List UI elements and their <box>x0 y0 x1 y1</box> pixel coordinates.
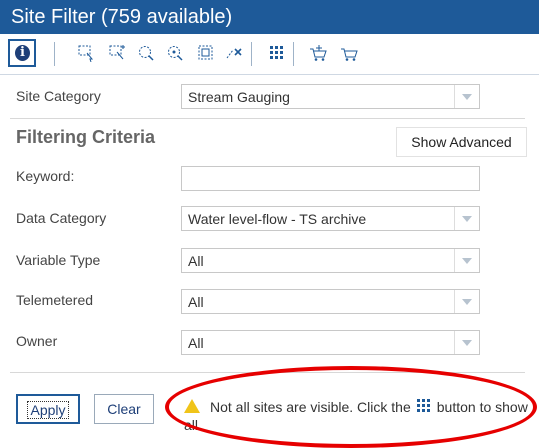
data-category-select[interactable]: Water level-flow - TS archive <box>181 206 480 231</box>
select-grid-icon[interactable] <box>194 40 218 66</box>
toolbar-separator <box>54 42 55 66</box>
select-rectangle-add-icon[interactable] <box>105 40 129 66</box>
chevron-down-icon[interactable] <box>454 207 479 230</box>
notice-text-part1: Not all sites are visible. Click the <box>210 399 411 415</box>
owner-label: Owner <box>16 333 58 349</box>
chevron-down-icon[interactable] <box>454 331 479 354</box>
chevron-down-icon[interactable] <box>454 85 479 108</box>
clear-button[interactable]: Clear <box>94 394 154 424</box>
toolbar: i <box>0 34 539 75</box>
show-advanced-button[interactable]: Show Advanced <box>396 127 527 157</box>
telemetered-label: Telemetered <box>16 292 94 308</box>
site-category-select[interactable]: Stream Gauging <box>181 84 480 109</box>
telemetered-value: All <box>188 294 204 310</box>
select-lasso-icon[interactable] <box>134 40 158 66</box>
site-category-value: Stream Gauging <box>188 89 290 105</box>
variable-type-label: Variable Type <box>16 252 101 268</box>
site-category-label: Site Category <box>16 88 101 104</box>
keyword-input[interactable] <box>181 166 480 191</box>
owner-select[interactable]: All <box>181 330 480 355</box>
divider <box>10 118 525 119</box>
telemetered-select[interactable]: All <box>181 289 480 314</box>
site-filter-panel: Site Filter (759 available) i Site Categ… <box>0 0 539 448</box>
toolbar-separator <box>251 42 252 66</box>
info-icon[interactable]: i <box>8 39 36 67</box>
apply-label: Apply <box>27 401 69 419</box>
chevron-down-icon[interactable] <box>454 290 479 313</box>
apply-button[interactable]: Apply <box>16 394 80 424</box>
add-to-cart-icon[interactable] <box>306 40 330 66</box>
filtering-criteria-heading: Filtering Criteria <box>16 127 156 147</box>
warning-icon <box>184 399 200 413</box>
cart-icon[interactable] <box>337 40 361 66</box>
variable-type-select[interactable]: All <box>181 248 480 273</box>
select-rectangle-icon[interactable] <box>74 40 98 66</box>
data-category-value: Water level-flow - TS archive <box>188 211 367 227</box>
show-all-sites-icon <box>415 398 433 414</box>
visibility-notice: Not all sites are visible. Click the butt… <box>184 398 529 434</box>
select-radius-icon[interactable] <box>163 40 187 66</box>
data-category-label: Data Category <box>16 210 107 226</box>
divider <box>10 372 525 373</box>
chevron-down-icon[interactable] <box>454 249 479 272</box>
keyword-label: Keyword: <box>16 168 75 184</box>
clear-selection-icon[interactable] <box>222 40 246 66</box>
owner-value: All <box>188 335 204 351</box>
panel-title: Site Filter (759 available) <box>0 0 539 34</box>
variable-type-value: All <box>188 253 204 269</box>
show-all-sites-icon[interactable] <box>265 40 289 66</box>
toolbar-separator <box>293 42 294 66</box>
